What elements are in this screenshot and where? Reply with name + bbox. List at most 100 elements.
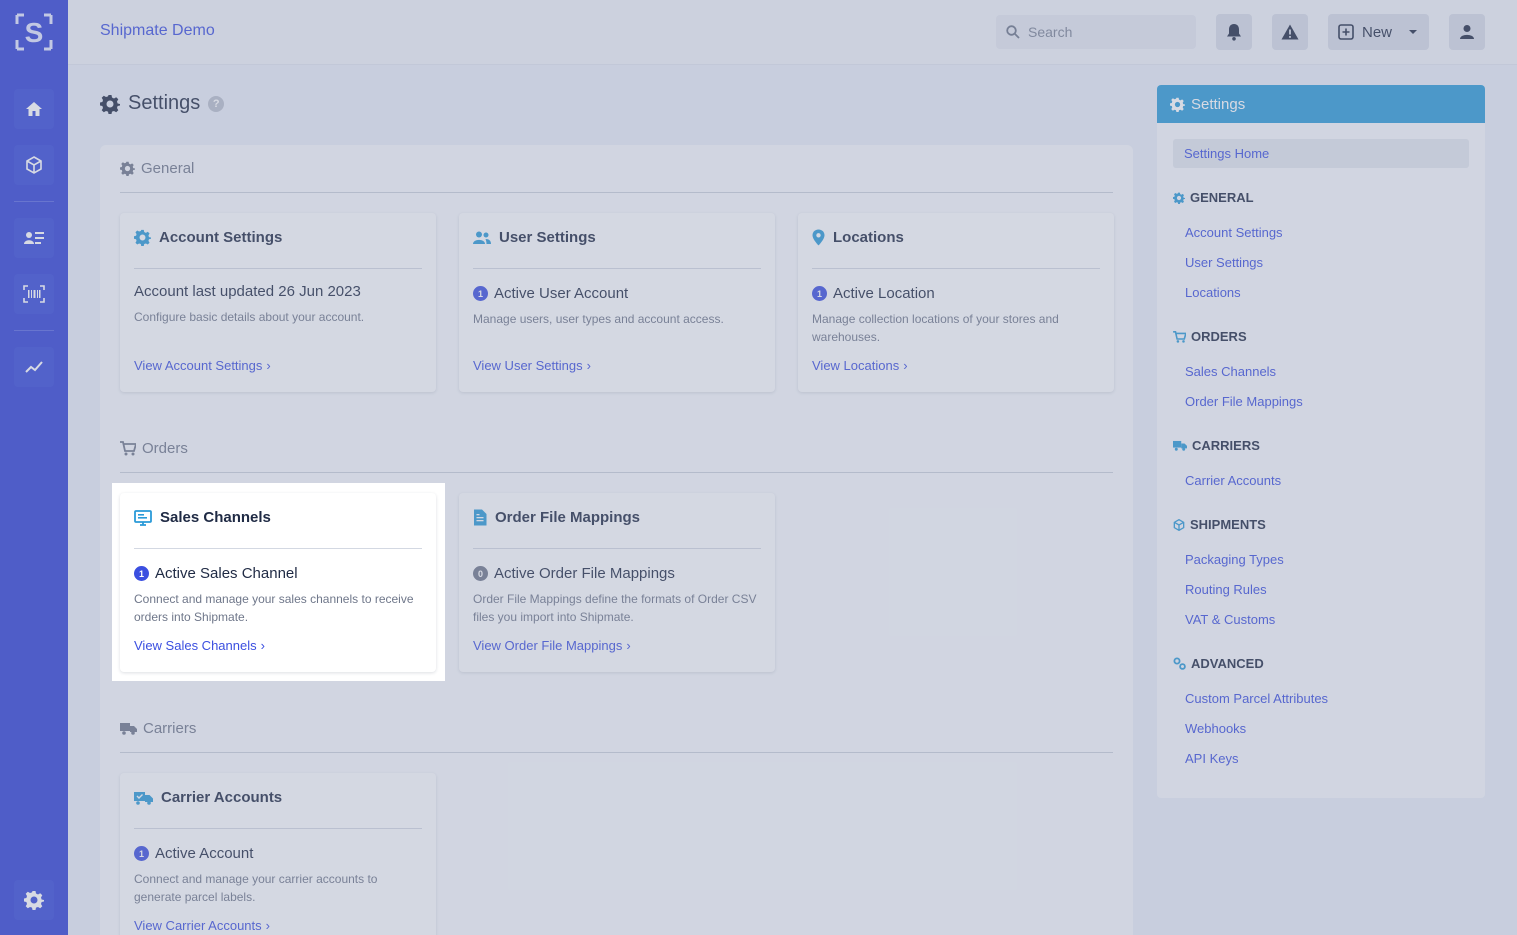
scan-nav-button[interactable] [14,274,54,314]
top-bar: Shipmate Demo New [68,0,1517,65]
sidebar-header: Settings [1157,85,1485,123]
sidebar-item-vat-customs[interactable]: VAT & Customs [1185,612,1275,627]
card-status: Active Order File Mappings [494,565,675,582]
link-label: View User Settings [473,358,583,373]
cart-icon [120,441,136,456]
user-icon [1460,25,1474,39]
sidebar-group-general: GENERAL [1173,190,1254,205]
chevron-right-icon: › [266,358,271,373]
sidebar-group-label: CARRIERS [1192,438,1260,453]
page-title: Settings ? [100,92,225,115]
new-button-label: New [1362,23,1393,41]
gear-icon [100,94,120,114]
settings-sidebar: Settings Settings Home GENERAL Account S… [1157,85,1485,798]
sidebar-group-orders: ORDERS [1173,329,1247,344]
section-orders-label: Orders [142,440,188,457]
alerts-button[interactable] [1272,14,1308,50]
users-icon [473,231,491,244]
warning-icon [1281,24,1299,40]
link-label: View Carrier Accounts [134,918,262,933]
card-status: Active User Account [494,285,629,302]
new-dropdown-button[interactable]: New [1328,14,1429,50]
gear-icon [1170,97,1185,112]
user-menu-button[interactable] [1449,14,1485,50]
section-orders-heading: Orders [120,440,188,457]
truck-icon [120,723,137,735]
section-general-heading: General [120,160,194,177]
section-general-label: General [141,160,195,177]
shipments-nav-button[interactable] [14,145,54,185]
count-badge: 0 [473,566,488,581]
reports-nav-button[interactable] [14,347,54,387]
caret-down-icon [1409,30,1418,34]
map-pin-icon [812,229,825,246]
card-status: Account last updated 26 Jun 2023 [134,283,361,300]
section-carriers-heading: Carriers [120,720,196,737]
sidebar-item-order-file-mappings[interactable]: Order File Mappings [1185,394,1303,409]
sidebar-item-settings-home[interactable]: Settings Home [1173,139,1469,168]
help-icon[interactable]: ? [208,95,225,112]
view-sales-channels-link[interactable]: View Sales Channels › [134,638,265,653]
gear-icon [120,161,135,176]
count-badge: 1 [134,846,149,861]
sidebar-group-label: ADVANCED [1191,656,1264,671]
chart-line-icon [25,361,43,373]
card-description: Order File Mappings define the formats o… [473,592,757,624]
sidebar-item-account-settings[interactable]: Account Settings [1185,225,1283,240]
card-title: User Settings [499,229,596,246]
view-order-file-mappings-link[interactable]: View Order File Mappings › [473,638,631,653]
card-description: Connect and manage your carrier accounts… [134,872,378,904]
card-description: Connect and manage your sales channels t… [134,592,414,624]
contacts-nav-button[interactable] [14,218,54,258]
sidebar-item-custom-parcel-attributes[interactable]: Custom Parcel Attributes [1185,691,1328,706]
link-label: View Account Settings [134,358,263,373]
user-list-icon [24,232,44,244]
sidebar-item-webhooks[interactable]: Webhooks [1185,721,1246,736]
sidebar-item-routing-rules[interactable]: Routing Rules [1185,582,1267,597]
home-nav-button[interactable] [14,89,54,129]
workspace-name[interactable]: Shipmate Demo [100,22,215,40]
locations-card: Locations 1 Active Location Manage collec… [798,213,1114,392]
card-description: Configure basic details about your accou… [134,310,365,324]
view-user-settings-link[interactable]: View User Settings › [473,358,591,373]
view-carrier-accounts-link[interactable]: View Carrier Accounts › [134,918,270,933]
card-status: Active Account [155,845,254,862]
truck-check-icon [134,791,153,805]
card-title: Sales Channels [160,509,271,526]
view-account-settings-link[interactable]: View Account Settings › [134,358,271,373]
view-locations-link[interactable]: View Locations › [812,358,908,373]
shipmate-logo[interactable]: S [14,12,54,52]
card-description: Manage collection locations of your stor… [812,312,1059,344]
cart-icon [1173,330,1186,343]
settings-nav-button[interactable] [14,880,54,920]
page-title-text: Settings [128,92,201,114]
sidebar-item-user-settings[interactable]: User Settings [1185,255,1263,270]
barcode-icon [23,285,45,303]
gear-icon [1173,192,1185,204]
carrier-accounts-card: Carrier Accounts 1 Active Account Connect… [120,773,436,935]
search-box[interactable] [996,15,1196,49]
sidebar-group-carriers: CARRIERS [1173,438,1260,453]
section-carriers-label: Carriers [143,720,197,737]
sales-channels-card[interactable]: Sales Channels 1 Active Sales Channel Con… [120,493,436,672]
sidebar-group-label: ORDERS [1191,329,1247,344]
truck-icon [1173,440,1187,451]
box-icon [1173,518,1185,531]
sidebar-item-sales-channels[interactable]: Sales Channels [1185,364,1276,379]
box-icon [26,156,42,174]
sidebar-item-api-keys[interactable]: API Keys [1185,751,1238,766]
sidebar-item-locations[interactable]: Locations [1185,285,1241,300]
sidebar-item-packaging-types[interactable]: Packaging Types [1185,552,1284,567]
chevron-right-icon: › [586,358,591,373]
bell-icon [1227,24,1241,41]
link-label: View Sales Channels [134,638,257,653]
search-input[interactable] [1028,24,1188,40]
sidebar-item-carrier-accounts[interactable]: Carrier Accounts [1185,473,1281,488]
chevron-right-icon: › [260,638,265,653]
nav-rail: S [0,0,68,935]
chevron-right-icon: › [626,638,631,653]
card-status: Active Location [833,285,935,302]
card-title: Account Settings [159,229,283,246]
notifications-button[interactable] [1216,14,1252,50]
gear-icon [134,229,151,246]
